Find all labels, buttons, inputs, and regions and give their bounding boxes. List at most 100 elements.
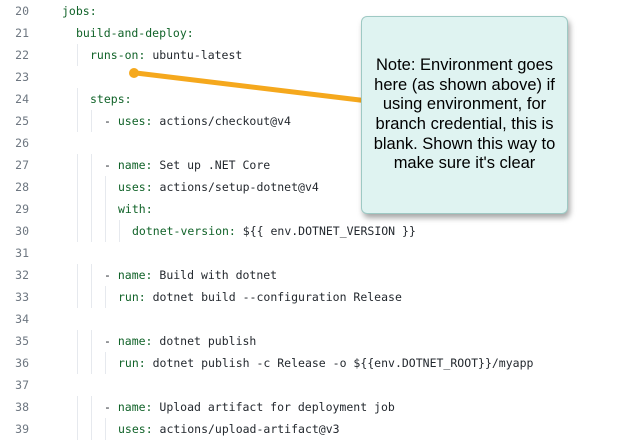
line-number: 22 bbox=[15, 48, 29, 62]
indent-guide bbox=[119, 220, 120, 242]
code-line: 34 bbox=[0, 308, 644, 330]
line-number: 37 bbox=[15, 378, 29, 392]
line-number: 38 bbox=[15, 400, 29, 414]
indent-guide bbox=[105, 176, 106, 198]
code-text: - name: Set up .NET Core bbox=[104, 154, 270, 176]
code-text: - name: Build with dotnet bbox=[104, 264, 277, 286]
code-text: - name: Upload artifact for deployment j… bbox=[104, 396, 395, 418]
line-number: 35 bbox=[15, 334, 29, 348]
list-dash: - bbox=[104, 334, 118, 348]
list-dash: - bbox=[104, 158, 118, 172]
line-number: 29 bbox=[15, 202, 29, 216]
indent-guide bbox=[77, 330, 78, 352]
list-dash: - bbox=[104, 400, 118, 414]
indent-guide bbox=[77, 220, 78, 242]
code-text: - name: dotnet publish bbox=[104, 330, 256, 352]
yaml-key: with: bbox=[118, 202, 153, 216]
list-dash: - bbox=[104, 268, 118, 282]
yaml-key: name: bbox=[117, 400, 153, 414]
yaml-key: name: bbox=[117, 158, 153, 172]
line-number: 34 bbox=[15, 312, 29, 326]
line-number: 24 bbox=[15, 92, 29, 106]
yaml-key: jobs: bbox=[62, 4, 97, 18]
indent-guide bbox=[91, 176, 92, 198]
yaml-key: uses: bbox=[118, 180, 153, 194]
yaml-key: dotnet-version: bbox=[132, 224, 236, 238]
code-line: 38 - name: Upload artifact for deployment… bbox=[0, 396, 644, 418]
code-line: 35 - name: dotnet publish bbox=[0, 330, 644, 352]
indent-guide bbox=[77, 396, 78, 418]
code-line: 39 uses: actions/upload-artifact@v3 bbox=[0, 418, 644, 440]
line-number: 28 bbox=[15, 180, 29, 194]
yaml-value: Set up .NET Core bbox=[152, 158, 271, 172]
code-text: dotnet-version: ${{ env.DOTNET_VERSION }… bbox=[132, 220, 416, 242]
code-line: 31 bbox=[0, 242, 644, 264]
yaml-key: build-and-deploy: bbox=[76, 26, 194, 40]
indent-guide bbox=[91, 110, 92, 132]
indent-guide bbox=[77, 44, 78, 66]
yaml-value: ${{ env.DOTNET_VERSION }} bbox=[235, 224, 416, 238]
indent-guide bbox=[91, 286, 92, 308]
code-line: 33 run: dotnet build --configuration Rele… bbox=[0, 286, 644, 308]
indent-guide bbox=[77, 286, 78, 308]
indent-guide bbox=[91, 264, 92, 286]
line-number: 20 bbox=[15, 4, 29, 18]
yaml-key: uses: bbox=[117, 114, 153, 128]
line-number: 39 bbox=[15, 422, 29, 436]
yaml-value: actions/upload-artifact@v3 bbox=[152, 422, 340, 436]
code-text: jobs: bbox=[62, 0, 97, 22]
line-number: 32 bbox=[15, 268, 29, 282]
yaml-value: Upload artifact for deployment job bbox=[152, 400, 395, 414]
yaml-key: name: bbox=[117, 334, 153, 348]
yaml-value: actions/setup-dotnet@v4 bbox=[152, 180, 319, 194]
yaml-value: dotnet publish -c Release -o ${{env.DOTN… bbox=[145, 356, 534, 370]
code-text: with: bbox=[118, 198, 153, 220]
code-text: run: dotnet publish -c Release -o ${{env… bbox=[118, 352, 533, 374]
indent-guide bbox=[91, 418, 92, 440]
indent-guide bbox=[105, 418, 106, 440]
line-number: 31 bbox=[15, 246, 29, 260]
yaml-value: dotnet build --configuration Release bbox=[145, 290, 402, 304]
line-number: 25 bbox=[15, 114, 29, 128]
line-number: 21 bbox=[15, 26, 29, 40]
indent-guide bbox=[77, 352, 78, 374]
indent-guide bbox=[91, 352, 92, 374]
indent-guide bbox=[105, 286, 106, 308]
indent-guide bbox=[77, 418, 78, 440]
line-number: 26 bbox=[15, 136, 29, 150]
yaml-key: name: bbox=[117, 268, 153, 282]
code-line: 32 - name: Build with dotnet bbox=[0, 264, 644, 286]
code-line: 30 dotnet-version: ${{ env.DOTNET_VERSION… bbox=[0, 220, 644, 242]
indent-guide bbox=[77, 176, 78, 198]
yaml-value: Build with dotnet bbox=[152, 268, 278, 282]
list-dash: - bbox=[104, 114, 118, 128]
indent-guide bbox=[91, 396, 92, 418]
code-text: uses: actions/upload-artifact@v3 bbox=[118, 418, 340, 440]
code-line: 37 bbox=[0, 374, 644, 396]
code-text: uses: actions/setup-dotnet@v4 bbox=[118, 176, 319, 198]
indent-guide bbox=[77, 154, 78, 176]
code-text: run: dotnet build --configuration Releas… bbox=[118, 286, 402, 308]
yaml-key: run: bbox=[118, 290, 146, 304]
indent-guide bbox=[77, 198, 78, 220]
code-line: 36 run: dotnet publish -c Release -o ${{e… bbox=[0, 352, 644, 374]
line-number: 27 bbox=[15, 158, 29, 172]
indent-guide bbox=[91, 330, 92, 352]
line-number: 23 bbox=[15, 70, 29, 84]
yaml-value: actions/checkout@v4 bbox=[152, 114, 291, 128]
indent-guide bbox=[105, 198, 106, 220]
yaml-value: dotnet publish bbox=[152, 334, 257, 348]
indent-guide bbox=[91, 198, 92, 220]
code-text: steps: bbox=[90, 88, 132, 110]
code-text: - uses: actions/checkout@v4 bbox=[104, 110, 291, 132]
indent-guide bbox=[105, 220, 106, 242]
yaml-key: steps: bbox=[90, 92, 132, 106]
indent-guide bbox=[77, 264, 78, 286]
note-callout: Note: Environment goes here (as shown ab… bbox=[361, 16, 568, 214]
yaml-value: ubuntu-latest bbox=[145, 48, 243, 62]
indent-guide bbox=[91, 220, 92, 242]
yaml-key: run: bbox=[118, 356, 146, 370]
indent-guide bbox=[77, 110, 78, 132]
indent-guide bbox=[105, 352, 106, 374]
code-text: build-and-deploy: bbox=[76, 22, 194, 44]
